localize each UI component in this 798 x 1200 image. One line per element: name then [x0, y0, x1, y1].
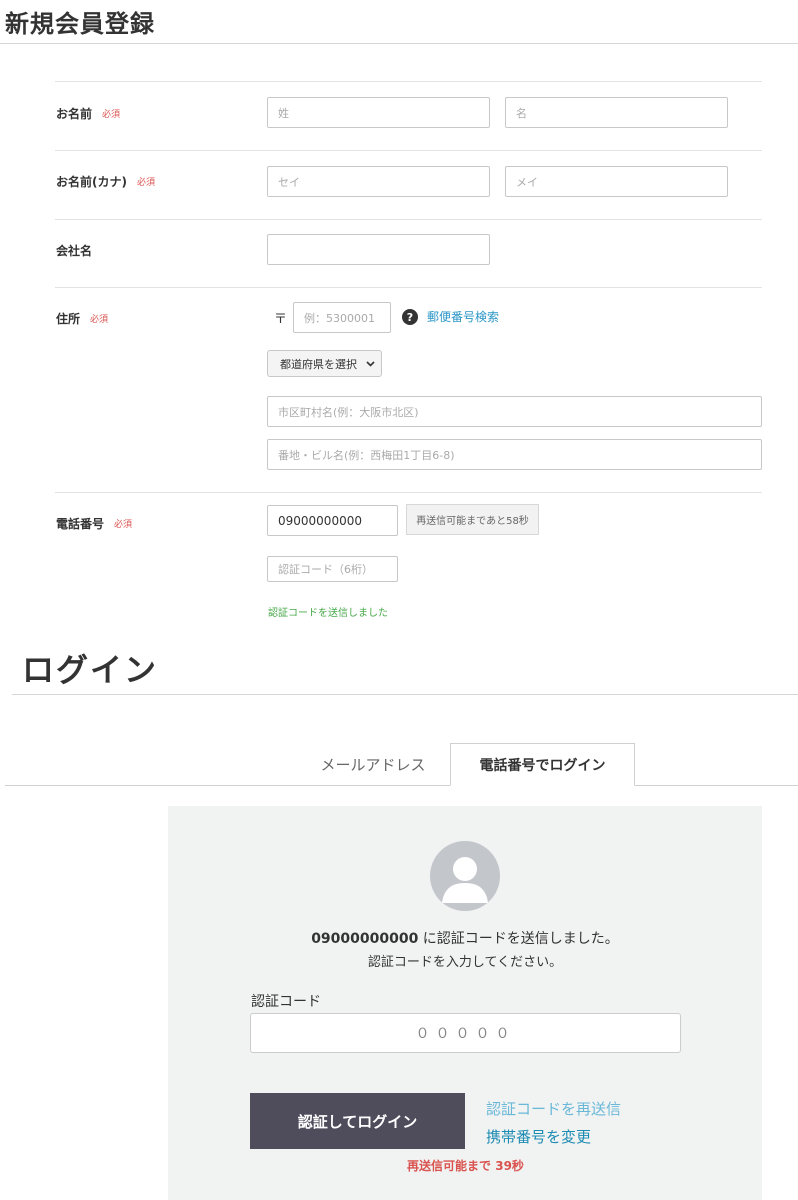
resend-code-link[interactable]: 認証コードを再送信	[486, 1098, 621, 1119]
code-label: 認証コード	[251, 994, 321, 1010]
login-title-divider	[12, 694, 798, 695]
resend-countdown: 再送信可能まで 39秒	[407, 1159, 524, 1173]
postal-mark: 〒	[274, 312, 288, 327]
instruction-text: 認証コードを入力してください。	[367, 955, 563, 970]
address-label-row: 住所 必須	[56, 310, 108, 327]
resend-status-box: 再送信可能まであと58秒	[406, 504, 539, 535]
row-divider	[55, 492, 762, 493]
first-name-input[interactable]: 名	[505, 97, 728, 128]
code-sent-line: 09000000000 に認証コードを送信しました。	[168, 928, 762, 948]
prefecture-select[interactable]: 都道府県を選択	[267, 350, 382, 377]
sent-text: に認証コードを送信しました。	[418, 931, 619, 947]
tab-baseline	[5, 785, 798, 786]
verification-code-input[interactable]: 認証コード（6桁）	[267, 556, 398, 582]
login-code-input[interactable]: ０００００	[250, 1013, 681, 1053]
phone-input[interactable]: 09000000000	[267, 505, 398, 536]
change-number-link[interactable]: 携帯番号を変更	[486, 1126, 591, 1147]
city-input[interactable]: 市区町村名(例：大阪市北区)	[267, 396, 762, 427]
first-name-kana-input[interactable]: メイ	[505, 166, 728, 197]
phone-label-row: 電話番号 必須	[56, 515, 132, 532]
last-name-kana-input[interactable]: セイ	[267, 166, 490, 197]
company-label: 会社名	[56, 244, 93, 258]
row-divider	[55, 150, 762, 151]
street-input[interactable]: 番地・ビル名(例：西梅田1丁目6-8)	[267, 439, 762, 470]
chevron-down-icon	[366, 361, 375, 367]
postal-code-input[interactable]: 例：5300001	[293, 302, 391, 333]
kana-label-row: お名前(カナ) 必須	[56, 173, 155, 190]
required-badge: 必須	[136, 178, 155, 188]
question-circle-icon[interactable]: ?	[402, 309, 418, 325]
verify-login-button[interactable]: 認証してログイン	[250, 1093, 465, 1149]
tab-phone-login[interactable]: 電話番号でログイン	[450, 743, 635, 786]
company-label-row: 会社名	[56, 242, 92, 259]
postal-search-link[interactable]: 郵便番号検索	[427, 308, 499, 325]
registration-title: 新規会員登録	[5, 10, 155, 38]
kana-label: お名前(カナ)	[56, 175, 127, 189]
company-input[interactable]	[267, 234, 490, 265]
tab-email[interactable]: メールアドレス	[298, 744, 448, 785]
row-divider	[55, 287, 762, 288]
required-badge: 必須	[102, 110, 121, 120]
last-name-input[interactable]: 姓	[267, 97, 490, 128]
name-label-row: お名前 必須	[56, 105, 120, 122]
login-phone-number: 09000000000	[311, 931, 419, 947]
row-divider	[55, 219, 762, 220]
user-avatar-icon	[430, 841, 500, 911]
form-top-divider	[55, 81, 762, 82]
address-label: 住所	[56, 312, 81, 326]
code-sent-message: 認証コードを送信しました	[268, 608, 388, 619]
required-badge: 必須	[90, 315, 109, 325]
required-badge: 必須	[114, 520, 133, 530]
title-divider	[0, 43, 798, 44]
login-title: ログイン	[22, 651, 159, 689]
name-label: お名前	[56, 107, 93, 121]
phone-label: 電話番号	[56, 517, 105, 531]
